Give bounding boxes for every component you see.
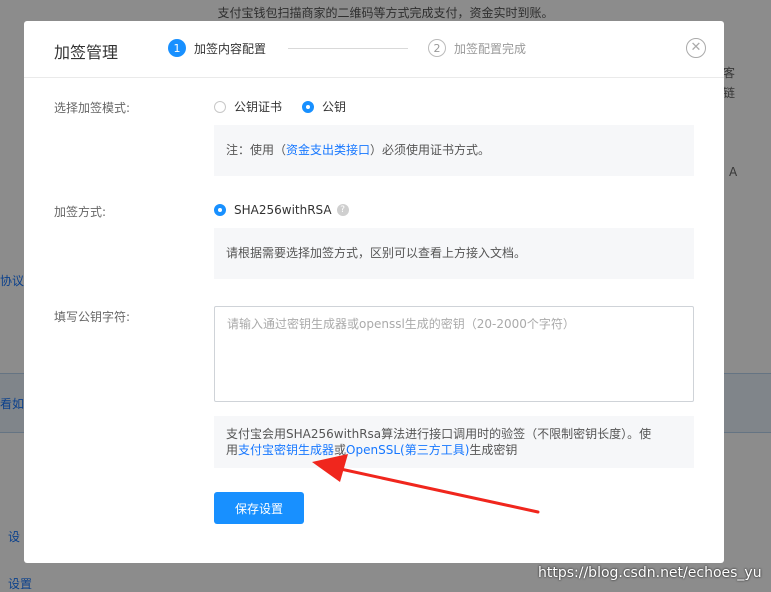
watermark: https://blog.csdn.net/echoes_yu: [538, 565, 762, 581]
annotation-arrow-icon: [312, 454, 540, 514]
